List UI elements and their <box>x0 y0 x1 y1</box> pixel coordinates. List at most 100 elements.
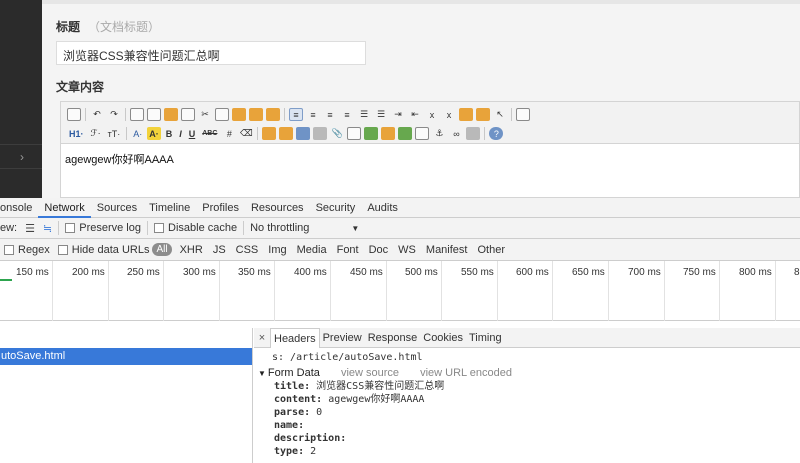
print-icon[interactable] <box>147 108 161 121</box>
insert-image-icon[interactable] <box>398 127 413 140</box>
tab-timing[interactable]: Timing <box>466 328 505 348</box>
redo-icon[interactable]: ↷ <box>107 108 121 121</box>
tab-headers[interactable]: Headers <box>270 327 320 348</box>
request-row[interactable]: utoSave.html <box>0 348 252 365</box>
source-icon[interactable] <box>67 108 81 121</box>
form-field-row: description: <box>274 432 800 445</box>
superscript-icon[interactable]: x <box>442 108 456 121</box>
overview-icon[interactable]: ≒ <box>43 222 52 235</box>
toolbar-separator <box>243 221 245 235</box>
filter-ws[interactable]: WS <box>398 244 416 256</box>
throttling-select[interactable]: No throttling <box>250 222 309 234</box>
unordered-list-icon[interactable]: ☰ <box>374 108 388 121</box>
attachment-icon[interactable]: 📎 <box>330 127 344 140</box>
tab-response[interactable]: Response <box>365 328 421 348</box>
cut-icon[interactable]: ✂ <box>198 108 212 121</box>
filter-img[interactable]: Img <box>268 244 286 256</box>
toolbar-separator <box>85 108 86 121</box>
paste-icon[interactable] <box>232 108 246 121</box>
clear-format-icon[interactable] <box>459 108 473 121</box>
align-center-icon[interactable]: ≡ <box>306 108 320 121</box>
tab-cookies[interactable]: Cookies <box>420 328 466 348</box>
help-icon[interactable]: ? <box>489 127 504 140</box>
preserve-log-checkbox[interactable] <box>65 223 76 233</box>
align-justify-icon[interactable]: ≡ <box>340 108 354 121</box>
regex-checkbox[interactable] <box>4 244 14 255</box>
close-icon[interactable]: × <box>254 332 270 344</box>
editor-content[interactable]: agewgew你好啊AAAA <box>61 144 799 174</box>
detail-tabs: × Headers Preview Response Cookies Timin… <box>254 327 800 348</box>
anchor-icon[interactable]: ⚓ <box>432 127 446 140</box>
timeline-gridline <box>108 261 109 321</box>
map-icon[interactable] <box>364 127 379 140</box>
disable-cache-checkbox[interactable] <box>154 223 164 233</box>
subscript-icon[interactable]: x <box>425 108 439 121</box>
filter-js[interactable]: JS <box>213 244 226 256</box>
network-overview-timeline[interactable]: 150 ms 200 ms 250 ms 300 ms 350 ms 400 ms 450 … <box>0 261 800 321</box>
strikethrough-button[interactable]: ABC <box>200 127 219 140</box>
font-family-dropdown[interactable]: ℱ· <box>89 127 103 140</box>
format-painter-icon[interactable] <box>476 108 490 121</box>
filter-manifest[interactable]: Manifest <box>426 244 468 256</box>
filter-media[interactable]: Media <box>297 244 327 256</box>
cursor-icon[interactable]: ↖ <box>493 108 507 121</box>
view-url-encoded-link[interactable]: view URL encoded <box>420 367 512 379</box>
title-input[interactable]: 浏览器CSS兼容性问题汇总啊 <box>56 41 366 65</box>
filter-doc[interactable]: Doc <box>369 244 389 256</box>
tab-sources[interactable]: Sources <box>91 198 143 218</box>
bold-button[interactable]: B <box>164 127 175 140</box>
tab-resources[interactable]: Resources <box>245 198 310 218</box>
filter-other[interactable]: Other <box>477 244 505 256</box>
template-icon[interactable] <box>164 108 178 121</box>
large-rows-icon[interactable]: ☰ <box>25 222 35 235</box>
tab-console[interactable]: onsole <box>0 198 38 218</box>
view-source-link[interactable]: view source <box>341 367 399 379</box>
image-icon[interactable] <box>296 127 311 140</box>
filter-xhr[interactable]: XHR <box>180 244 203 256</box>
sidebar-divider <box>0 168 42 169</box>
undo-icon[interactable]: ↶ <box>90 108 104 121</box>
tab-security[interactable]: Security <box>310 198 362 218</box>
video-icon[interactable] <box>313 127 328 140</box>
copy-icon[interactable] <box>215 108 229 121</box>
filter-css[interactable]: CSS <box>236 244 259 256</box>
page-break-icon[interactable] <box>415 127 430 140</box>
italic-button[interactable]: I <box>177 127 184 140</box>
font-size-dropdown[interactable]: тT· <box>106 127 123 140</box>
tab-profiles[interactable]: Profiles <box>196 198 245 218</box>
ordered-list-icon[interactable]: ☰ <box>357 108 371 121</box>
hide-data-urls-checkbox[interactable] <box>57 244 68 255</box>
indent-icon[interactable]: ⇥ <box>391 108 405 121</box>
outdent-icon[interactable]: ⇤ <box>408 108 422 121</box>
filter-all[interactable]: All <box>152 243 172 256</box>
heading-dropdown[interactable]: H1· <box>67 127 86 140</box>
link-icon[interactable]: ∞ <box>449 127 463 140</box>
form-data-section[interactable]: ▼ Form Data view source view URL encoded <box>258 366 800 380</box>
tab-network[interactable]: Network <box>38 198 91 218</box>
form-field-row: content: agewgew你好啊AAAA <box>274 393 800 406</box>
dropdown-arrow-icon[interactable]: ▼ <box>351 224 359 233</box>
insert-frame-icon[interactable] <box>347 127 362 140</box>
underline-button[interactable]: U <box>187 127 198 140</box>
font-color-dropdown[interactable]: A· <box>131 127 144 140</box>
paste-text-icon[interactable] <box>249 108 263 121</box>
tab-audits[interactable]: Audits <box>361 198 404 218</box>
fullscreen-icon[interactable] <box>516 108 530 121</box>
smiley-icon[interactable] <box>381 127 396 140</box>
triangle-down-icon[interactable]: ▼ <box>258 369 266 378</box>
select-all-icon[interactable] <box>181 108 195 121</box>
paste-word-icon[interactable] <box>266 108 280 121</box>
emotion-icon[interactable] <box>262 127 277 140</box>
align-right-icon[interactable]: ≡ <box>323 108 337 121</box>
chevron-right-icon[interactable]: › <box>20 150 24 164</box>
tab-preview[interactable]: Preview <box>320 328 365 348</box>
spechars-icon[interactable] <box>279 127 294 140</box>
preview-icon[interactable] <box>130 108 144 121</box>
tab-timeline[interactable]: Timeline <box>143 198 196 218</box>
align-left-icon[interactable]: ≡ <box>289 108 303 121</box>
table-icon[interactable]: # <box>222 127 236 140</box>
filter-font[interactable]: Font <box>337 244 359 256</box>
eraser-icon[interactable]: ⌫ <box>239 127 253 140</box>
highlight-color-dropdown[interactable]: A· <box>147 127 161 140</box>
unlink-icon[interactable] <box>466 127 481 140</box>
